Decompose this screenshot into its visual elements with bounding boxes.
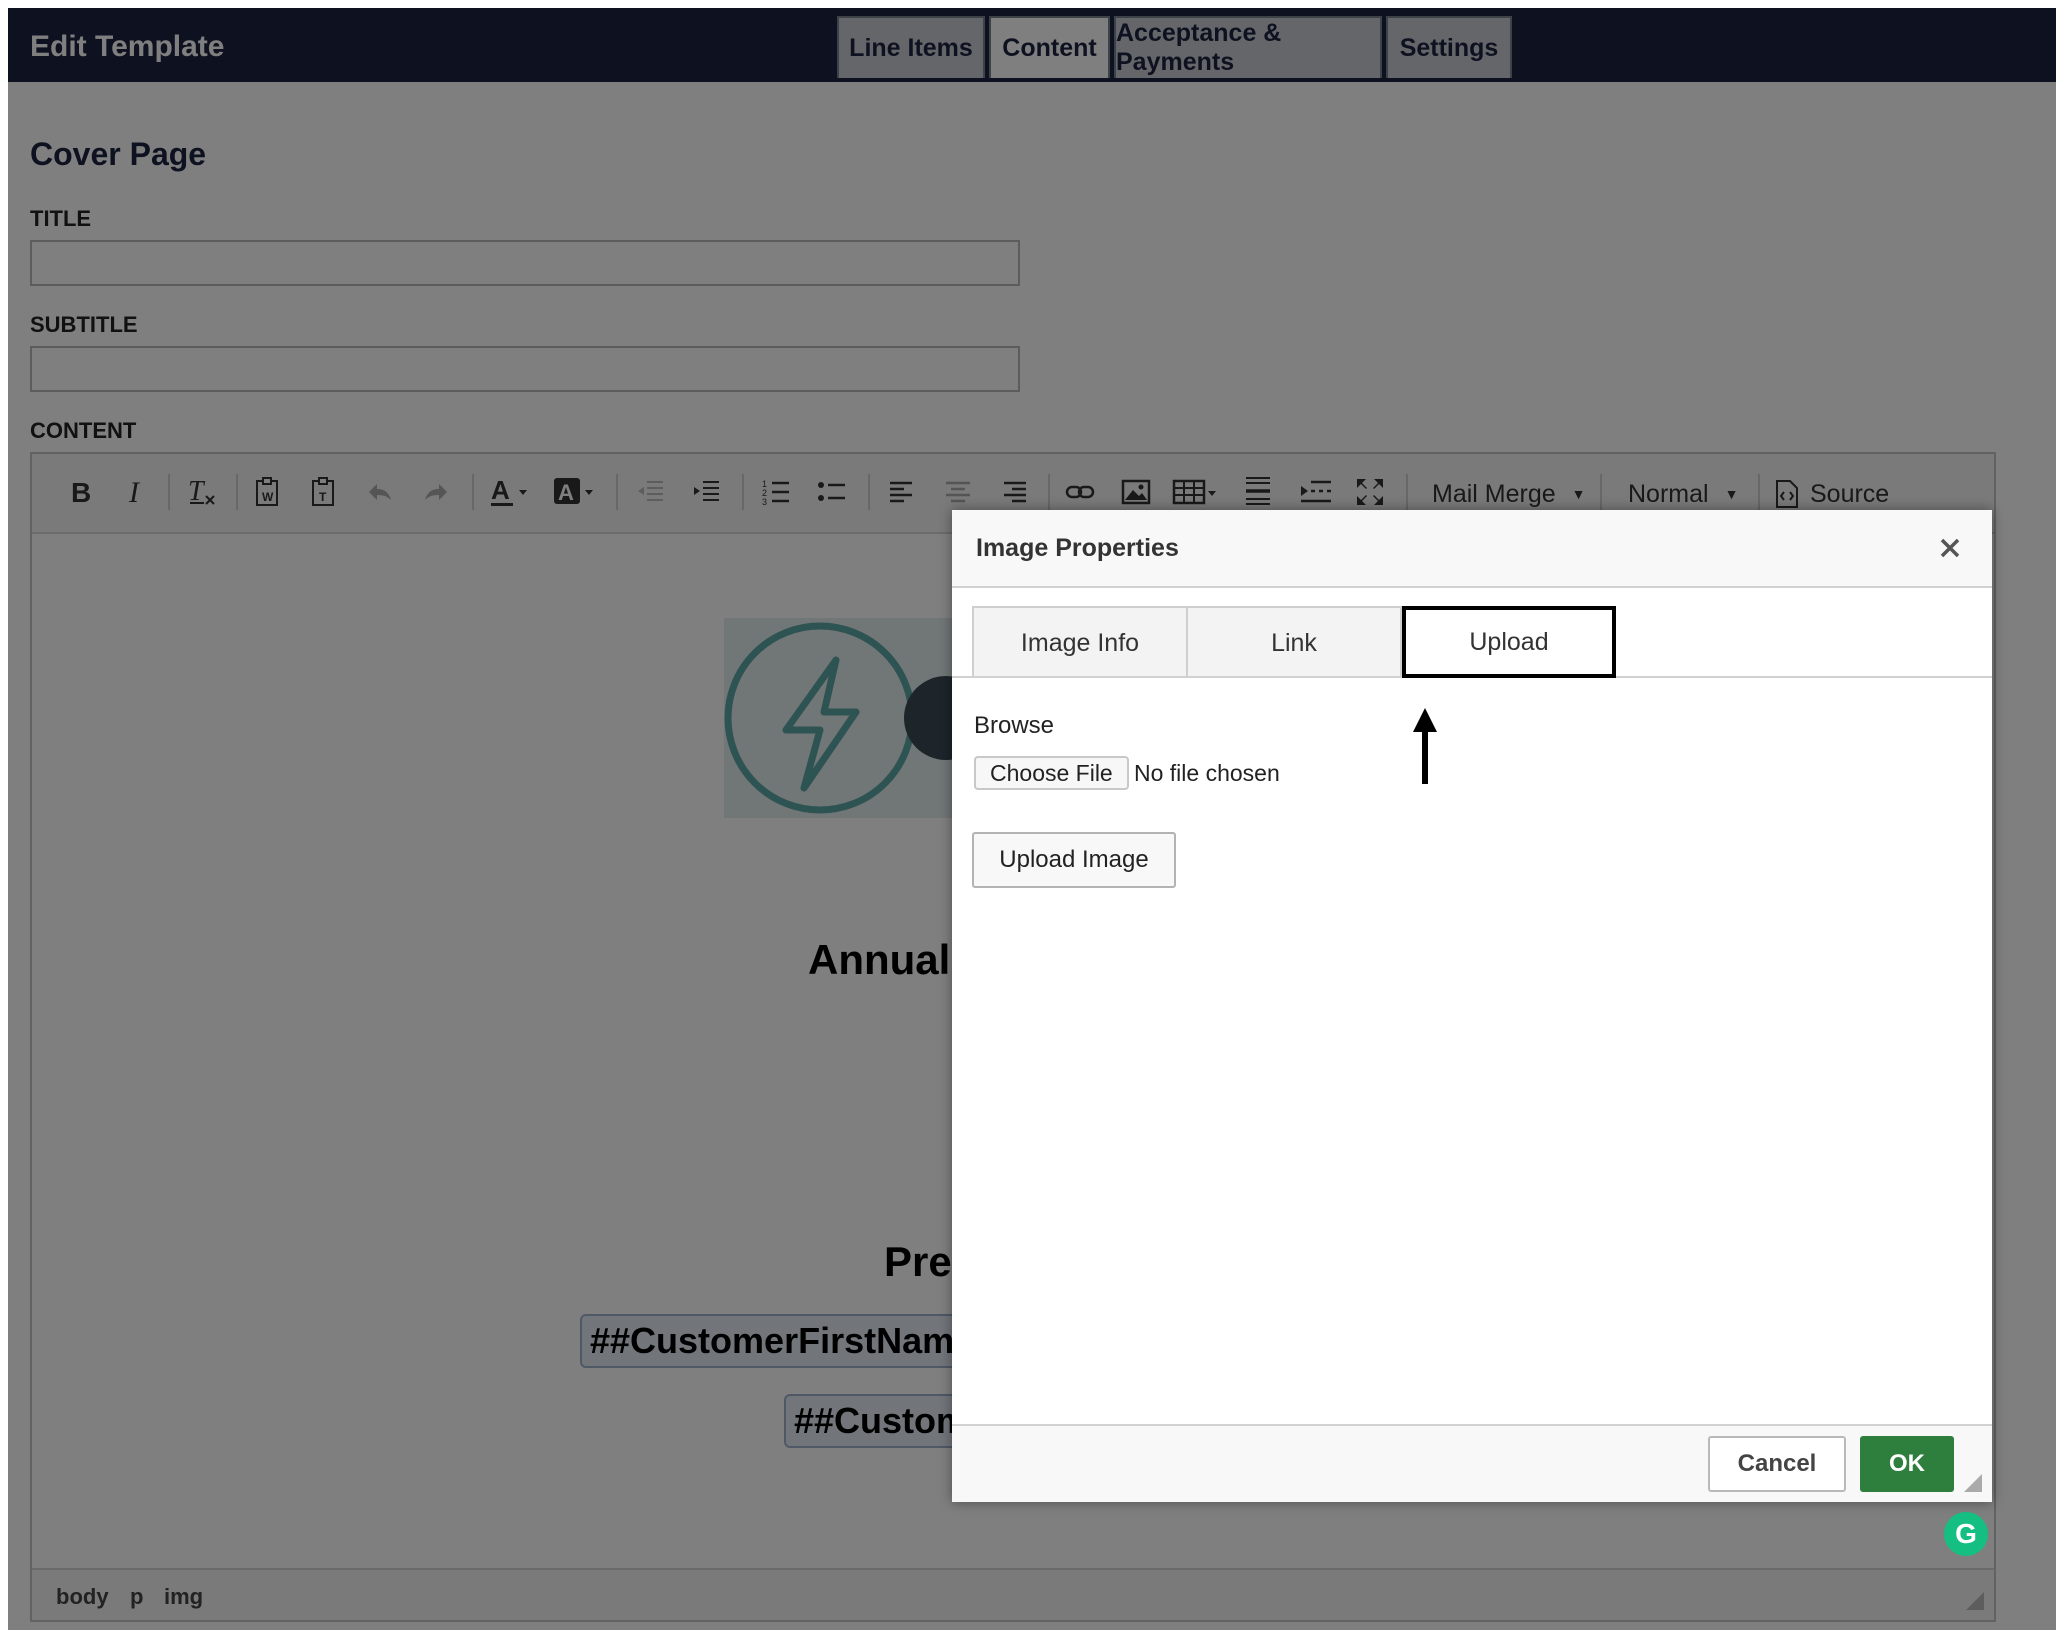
- up-arrow-icon: [1410, 706, 1440, 791]
- dialog-footer: Cancel OK: [952, 1424, 1992, 1502]
- ok-button[interactable]: OK: [1860, 1436, 1954, 1492]
- cancel-button[interactable]: Cancel: [1708, 1436, 1846, 1492]
- image-properties-dialog: Image Properties Image Info Link Upload …: [952, 510, 1992, 1502]
- file-status-text: No file chosen: [1134, 760, 1280, 786]
- tab-link[interactable]: Link: [1186, 606, 1402, 678]
- choose-file-button[interactable]: Choose File: [974, 756, 1129, 790]
- grammarly-icon[interactable]: G: [1944, 1512, 1988, 1556]
- upload-image-button[interactable]: Upload Image: [972, 832, 1176, 888]
- browse-label: Browse: [974, 712, 1055, 739]
- tab-image-info[interactable]: Image Info: [972, 606, 1188, 678]
- dialog-resize-handle[interactable]: [1964, 1474, 1982, 1492]
- dialog-title: Image Properties: [976, 534, 1179, 562]
- dialog-header: Image Properties: [952, 510, 1992, 588]
- tab-upload[interactable]: Upload: [1402, 606, 1616, 678]
- close-icon[interactable]: [1932, 530, 1968, 566]
